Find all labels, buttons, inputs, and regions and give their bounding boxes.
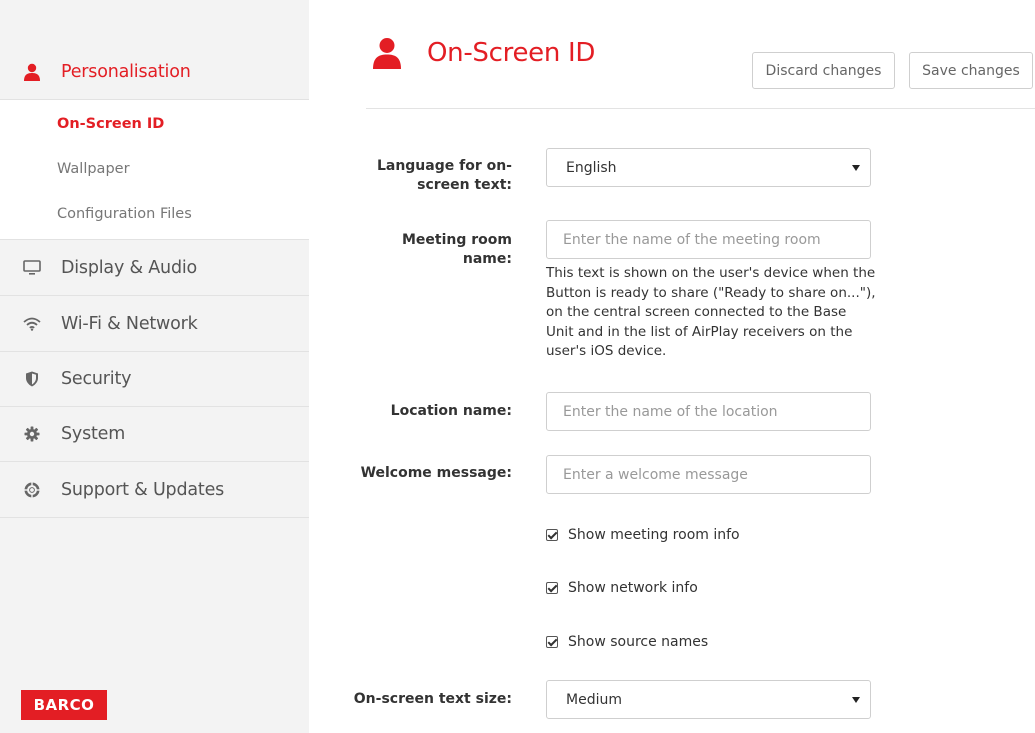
caret-down-icon: [852, 696, 860, 703]
checkbox-checked-icon: [546, 636, 558, 648]
language-select[interactable]: English: [546, 148, 871, 187]
meeting-room-help-text: This text is shown on the user's device …: [546, 265, 876, 359]
sidebar-item-personalisation[interactable]: Personalisation: [0, 44, 309, 100]
show-source-names-checkbox[interactable]: Show source names: [546, 634, 708, 650]
submenu-item-configuration-files[interactable]: Configuration Files: [57, 206, 192, 222]
logo-text: BARCO: [33, 696, 95, 714]
checkbox-checked-icon: [546, 582, 558, 594]
show-network-info-checkbox[interactable]: Show network info: [546, 580, 698, 596]
checkbox-checked-icon: [546, 529, 558, 541]
divider: [366, 108, 1035, 109]
sidebar-item-label: Display & Audio: [61, 257, 198, 278]
sidebar-item-label: System: [61, 423, 126, 444]
barco-logo: BARCO: [21, 690, 107, 720]
sidebar-item-label: Wi-Fi & Network: [61, 313, 198, 334]
language-value: English: [566, 159, 617, 176]
sidebar-item-label: Support & Updates: [61, 479, 225, 500]
sidebar-item-label: Personalisation: [61, 62, 191, 82]
welcome-field: [546, 455, 871, 494]
checkbox-label: Show source names: [568, 634, 709, 650]
meeting-room-input[interactable]: [563, 231, 870, 248]
user-icon: [372, 37, 402, 69]
caret-down-icon: [852, 164, 860, 171]
meeting-room-label: Meeting room name:: [401, 232, 512, 267]
text-size-label: On-screen text size:: [353, 691, 512, 707]
personalisation-submenu: On-Screen ID Wallpaper Configuration Fil…: [0, 99, 309, 240]
show-meeting-room-info-checkbox[interactable]: Show meeting room info: [546, 527, 740, 543]
sidebar-item-display-audio[interactable]: Display & Audio: [0, 240, 309, 296]
sidebar-item-wifi-network[interactable]: Wi-Fi & Network: [0, 296, 309, 352]
discard-changes-button[interactable]: Discard changes: [752, 52, 895, 89]
user-icon: [22, 62, 42, 82]
location-input[interactable]: [563, 403, 870, 420]
shield-icon: [22, 369, 42, 389]
monitor-icon: [22, 258, 42, 278]
checkbox-label: Show meeting room info: [568, 527, 740, 543]
lifebuoy-icon: [22, 480, 42, 500]
welcome-label: Welcome message:: [360, 465, 512, 481]
save-changes-button[interactable]: Save changes: [909, 52, 1033, 89]
submenu-item-on-screen-id[interactable]: On-Screen ID: [57, 116, 164, 132]
sidebar: Personalisation On-Screen ID Wallpaper C…: [0, 0, 309, 733]
location-label: Location name:: [390, 403, 512, 419]
text-size-value: Medium: [566, 691, 622, 708]
wifi-icon: [22, 314, 42, 334]
text-size-select[interactable]: Medium: [546, 680, 871, 719]
sidebar-item-security[interactable]: Security: [0, 351, 309, 407]
meeting-room-field: [546, 220, 871, 259]
sidebar-item-support-updates[interactable]: Support & Updates: [0, 462, 309, 518]
sidebar-item-label: Security: [61, 368, 132, 389]
page-title: On-Screen ID: [427, 38, 596, 68]
checkbox-label: Show network info: [568, 580, 698, 596]
gear-icon: [22, 424, 42, 444]
submenu-item-wallpaper[interactable]: Wallpaper: [57, 161, 130, 177]
language-label: Language for on-screen text:: [376, 158, 512, 193]
welcome-input[interactable]: [563, 466, 870, 483]
location-field: [546, 392, 871, 431]
sidebar-item-system[interactable]: System: [0, 406, 309, 462]
